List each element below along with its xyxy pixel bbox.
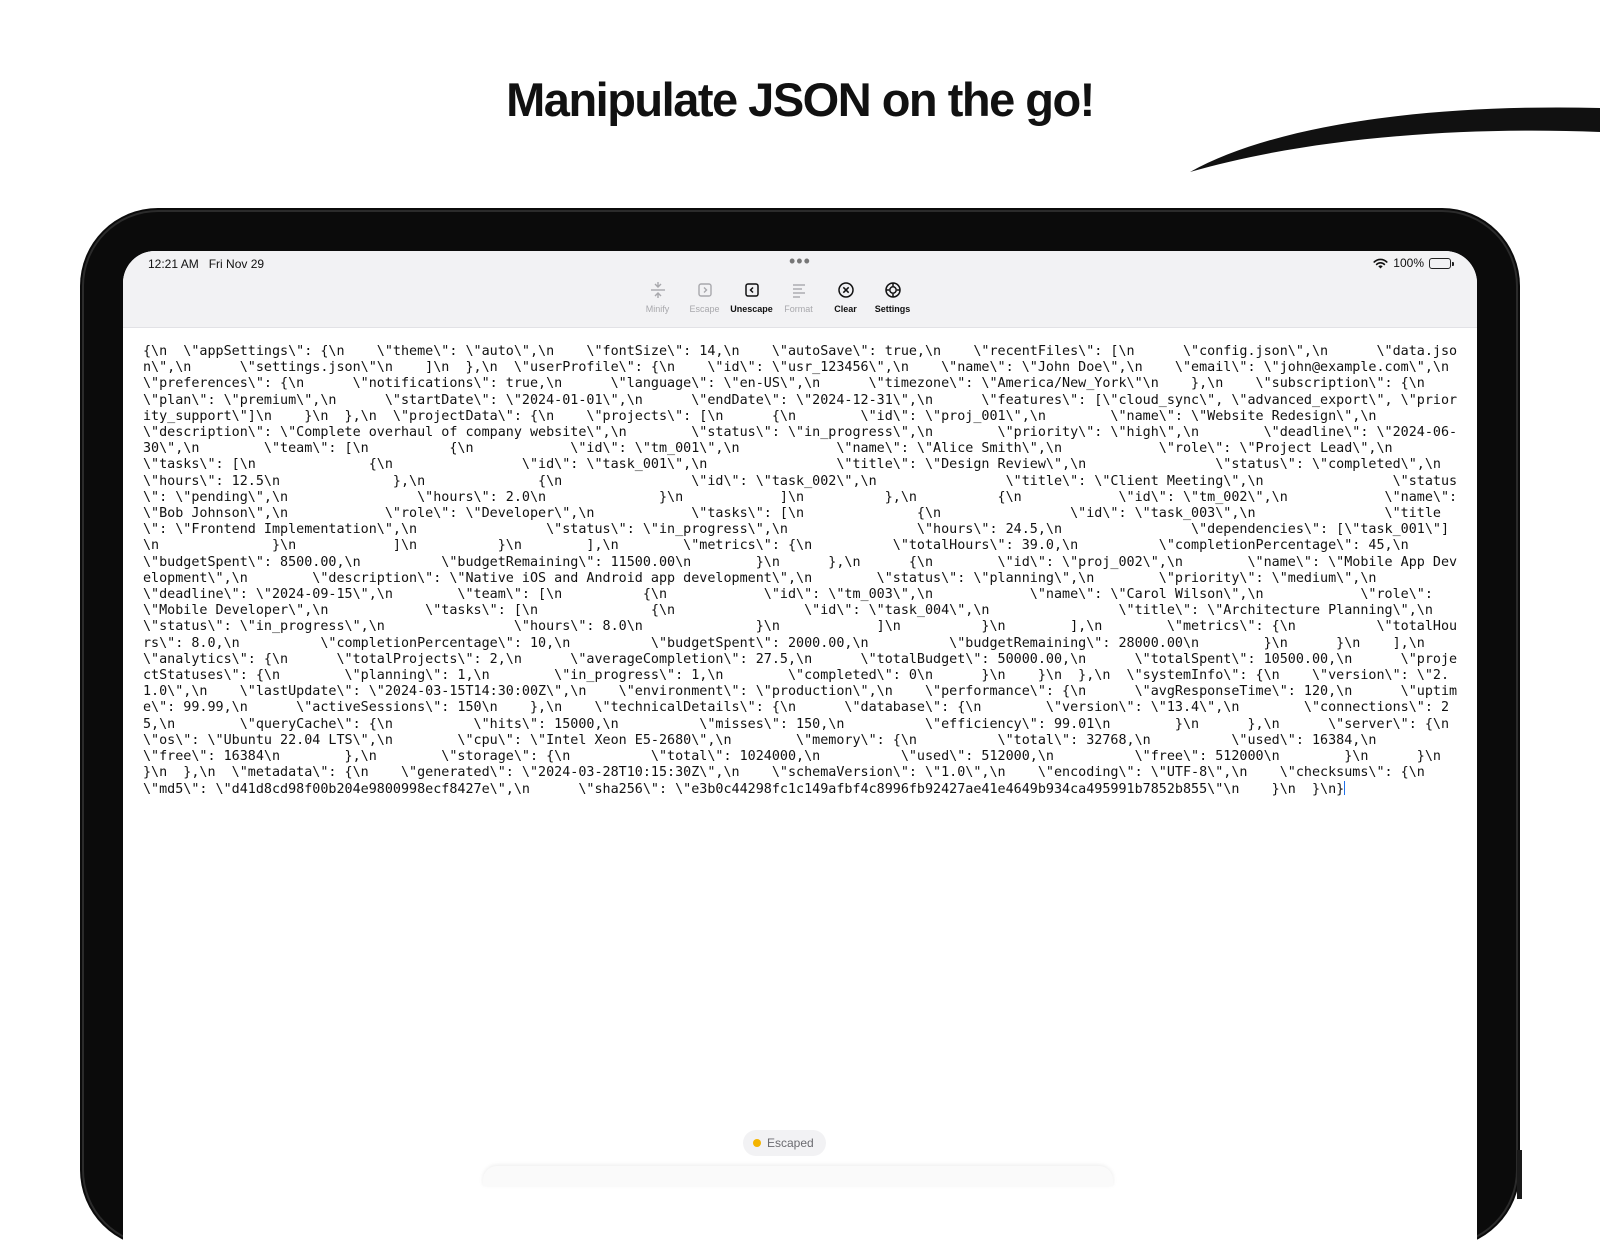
battery-icon bbox=[1429, 257, 1454, 269]
unescape-label: Unescape bbox=[730, 304, 773, 314]
settings-label: Settings bbox=[874, 304, 911, 314]
json-editor[interactable]: {\n \"appSettings\": {\n \"theme\": \"au… bbox=[143, 344, 1461, 864]
settings-button[interactable]: Settings bbox=[869, 277, 916, 327]
wifi-icon bbox=[1373, 258, 1388, 268]
minify-icon bbox=[650, 282, 665, 298]
ipad-screen: 12:21 AM Fri Nov 29 ••• 100% Minify Esca… bbox=[123, 251, 1477, 1251]
decorative-swoosh bbox=[1190, 107, 1600, 172]
status-time: 12:21 AM bbox=[148, 257, 199, 271]
status-time-date: 12:21 AM Fri Nov 29 bbox=[148, 257, 264, 271]
toolbar: Minify Escape Unescape Format Clear Sett… bbox=[123, 277, 1477, 328]
format-label: Format bbox=[784, 304, 813, 314]
status-indicators: 100% bbox=[1373, 256, 1454, 270]
text-cursor bbox=[1344, 781, 1346, 796]
status-dot-icon bbox=[753, 1139, 761, 1147]
multitasking-dots-icon[interactable]: ••• bbox=[789, 251, 811, 272]
minify-label: Minify bbox=[645, 304, 670, 314]
escape-icon bbox=[697, 283, 712, 297]
status-pill-label: Escaped bbox=[767, 1136, 814, 1150]
status-pill: Escaped bbox=[743, 1130, 826, 1156]
unescape-button[interactable]: Unescape bbox=[728, 277, 775, 327]
bottom-sheet-edge bbox=[483, 1166, 1113, 1186]
clear-button[interactable]: Clear bbox=[822, 277, 869, 327]
escape-button[interactable]: Escape bbox=[681, 277, 728, 327]
clear-icon bbox=[837, 282, 854, 298]
battery-percentage: 100% bbox=[1393, 256, 1424, 270]
format-icon bbox=[792, 284, 805, 298]
toolbar-actions: Minify Escape Unescape Format Clear Sett… bbox=[634, 277, 916, 327]
unescape-icon bbox=[744, 283, 759, 297]
clear-label: Clear bbox=[834, 304, 857, 314]
escape-label: Escape bbox=[689, 304, 720, 314]
ipad-side-button bbox=[1517, 1150, 1522, 1199]
status-bar: 12:21 AM Fri Nov 29 ••• 100% bbox=[123, 251, 1477, 277]
minify-button[interactable]: Minify bbox=[634, 277, 681, 327]
settings-icon bbox=[884, 282, 901, 298]
format-button[interactable]: Format bbox=[775, 277, 822, 327]
json-editor-text: {\n \"appSettings\": {\n \"theme\": \"au… bbox=[143, 344, 1458, 798]
status-date: Fri Nov 29 bbox=[208, 257, 265, 271]
